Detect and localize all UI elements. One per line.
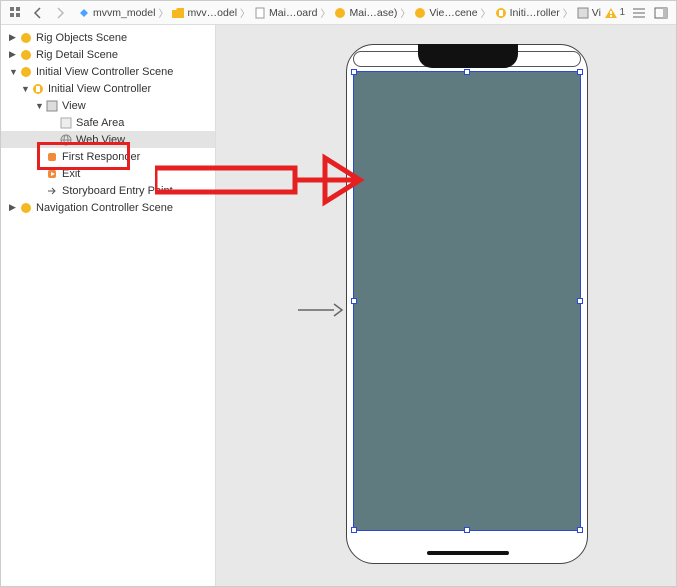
safe-area-icon — [59, 116, 73, 130]
crumb-scene[interactable]: Vie…cene — [411, 6, 479, 20]
resize-handle[interactable] — [577, 298, 583, 304]
nav-forward-icon[interactable] — [50, 3, 70, 23]
disclosure-triangle-icon[interactable]: ▶ — [9, 49, 19, 60]
vc-icon — [31, 82, 45, 96]
document-outline: ▶ Rig Objects Scene ▶ Rig Detail Scene ▼… — [1, 25, 216, 586]
safe-area-item[interactable]: Safe Area — [1, 114, 215, 131]
scene-icon — [19, 31, 33, 45]
crumb-sep: 〉 — [320, 5, 330, 20]
editor-body: ▶ Rig Objects Scene ▶ Rig Detail Scene ▼… — [1, 25, 676, 586]
webview-icon — [59, 133, 73, 147]
disclosure-triangle-icon[interactable]: ▶ — [9, 32, 19, 43]
resize-handle[interactable] — [464, 69, 470, 75]
exit-icon — [45, 167, 59, 181]
scene-nav[interactable]: ▶ Navigation Controller Scene — [1, 199, 215, 216]
crumb-vc[interactable]: Initi…roller — [492, 6, 562, 20]
first-responder-icon — [45, 150, 59, 164]
disclosure-triangle-icon[interactable]: ▶ — [9, 202, 19, 213]
crumb-project[interactable]: mvvm_model — [75, 6, 157, 20]
outline-toggle-icon[interactable] — [629, 3, 649, 23]
crumb-group[interactable]: mvv…odel — [169, 6, 239, 20]
home-indicator — [427, 551, 509, 555]
crumb-base[interactable]: Mai…ase) — [331, 6, 399, 20]
crumb-sep: 〉 — [400, 5, 410, 20]
device-frame[interactable] — [346, 44, 588, 564]
resize-handle[interactable] — [351, 298, 357, 304]
related-items-icon[interactable] — [6, 3, 26, 23]
toolbar-right: 1 — [601, 3, 672, 23]
crumb-sep: 〉 — [481, 5, 491, 20]
disclosure-triangle-icon[interactable]: ▼ — [21, 84, 31, 94]
exit-item[interactable]: Exit — [1, 165, 215, 182]
first-responder-item[interactable]: First Responder — [1, 148, 215, 165]
resize-handle[interactable] — [351, 527, 357, 533]
scene-rig-detail[interactable]: ▶ Rig Detail Scene — [1, 46, 215, 63]
resize-handle[interactable] — [577, 527, 583, 533]
crumb-sep: 〉 — [563, 5, 573, 20]
adjust-editor-icon[interactable] — [651, 3, 671, 23]
scene-initial[interactable]: ▼ Initial View Controller Scene — [1, 63, 215, 80]
nav-toolbar: mvvm_model 〉 mvv…odel 〉 Mai…oard 〉 Mai…a… — [1, 1, 676, 25]
resize-handle[interactable] — [464, 527, 470, 533]
disclosure-triangle-icon[interactable]: ▼ — [35, 101, 45, 111]
disclosure-triangle-icon[interactable]: ▼ — [9, 67, 19, 77]
webview-canvas[interactable] — [353, 71, 581, 531]
vc-initial[interactable]: ▼ Initial View Controller — [1, 80, 215, 97]
crumb-view[interactable]: View — [574, 6, 602, 20]
device-notch — [418, 44, 518, 68]
scene-icon — [19, 201, 33, 215]
crumb-sep: 〉 — [240, 5, 250, 20]
scene-icon — [19, 65, 33, 79]
resize-handle[interactable] — [577, 69, 583, 75]
scene-rig-objects[interactable]: ▶ Rig Objects Scene — [1, 29, 215, 46]
jump-bar: mvvm_model 〉 mvv…odel 〉 Mai…oard 〉 Mai…a… — [75, 5, 601, 20]
view-item[interactable]: ▼ View — [1, 97, 215, 114]
warning-icon[interactable]: 1 — [602, 3, 627, 23]
web-view-item[interactable]: Web View — [1, 131, 215, 148]
nav-back-icon[interactable] — [28, 3, 48, 23]
entry-point-item[interactable]: Storyboard Entry Point — [1, 182, 215, 199]
view-icon — [45, 99, 59, 113]
ib-canvas[interactable] — [216, 25, 676, 586]
resize-handle[interactable] — [351, 69, 357, 75]
arrow-right-icon — [45, 184, 59, 198]
crumb-storyboard[interactable]: Mai…oard — [251, 6, 319, 20]
entry-point-arrow-icon[interactable] — [298, 300, 344, 320]
crumb-sep: 〉 — [158, 5, 168, 20]
scene-icon — [19, 48, 33, 62]
